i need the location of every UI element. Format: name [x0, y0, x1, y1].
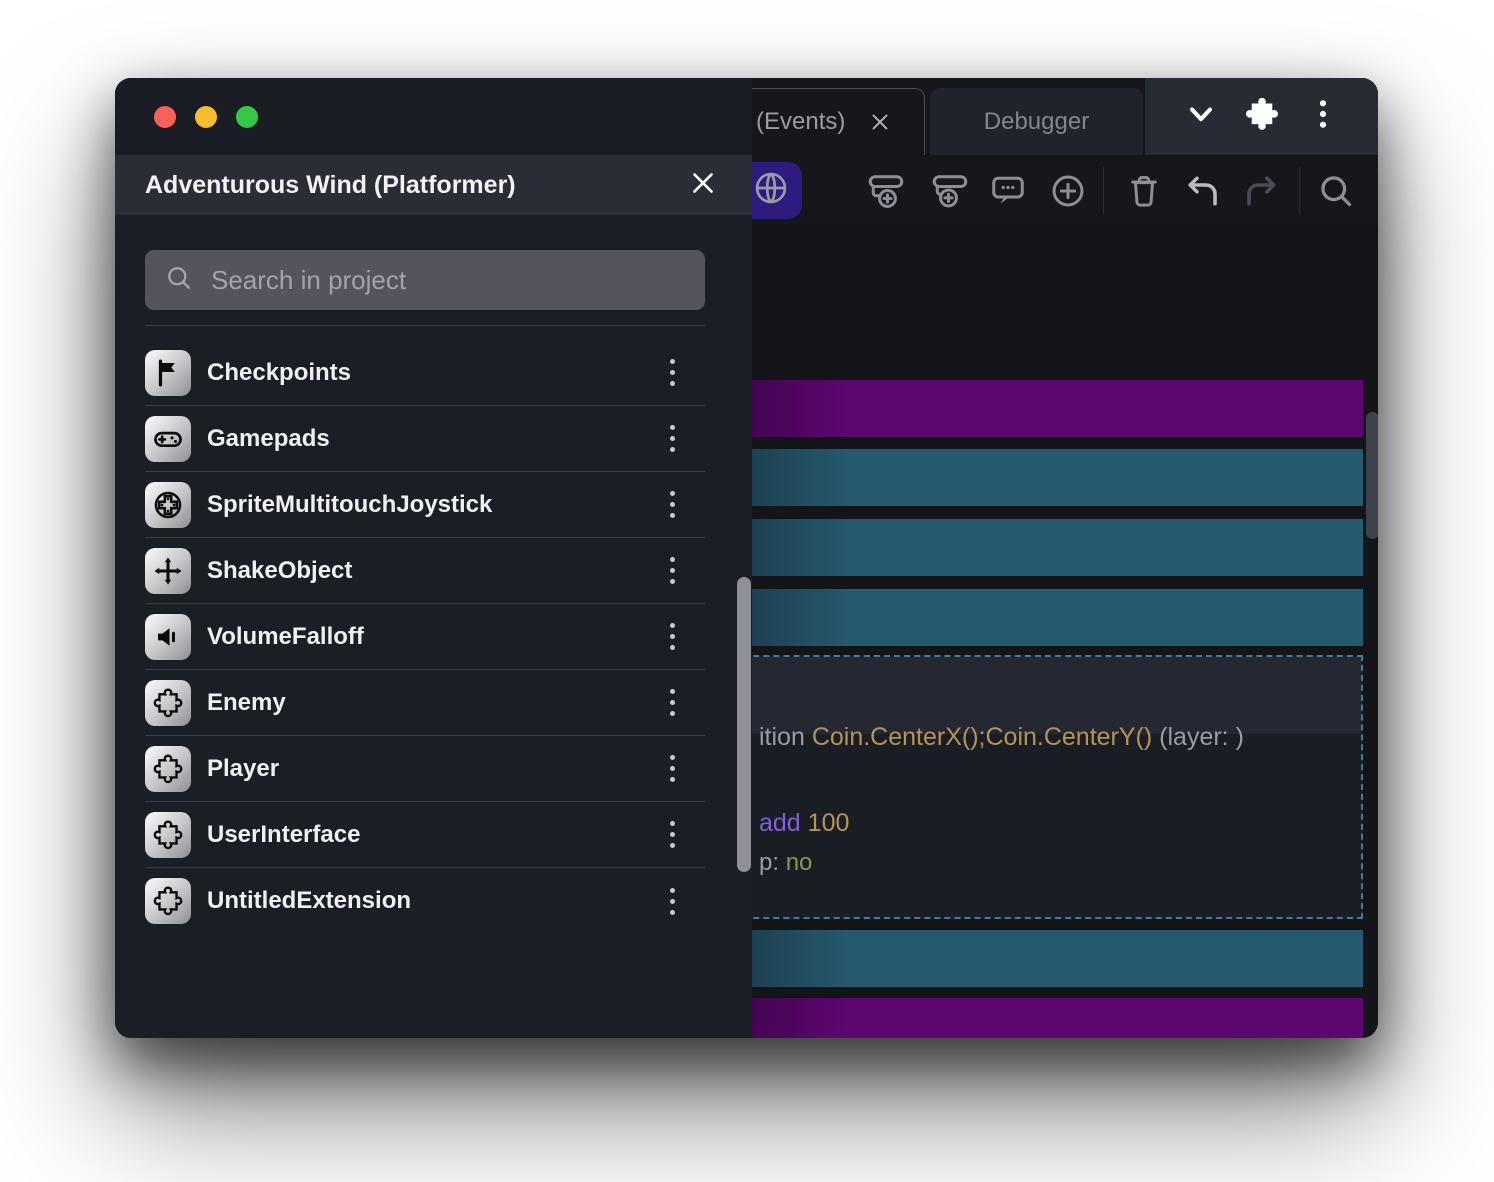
- selected-event-block[interactable]: ition Coin.CenterX();Coin.CenterY() (lay…: [723, 655, 1363, 919]
- list-item-label: Player: [207, 755, 639, 783]
- window-titlebar: [115, 78, 752, 155]
- search-icon[interactable]: [1314, 169, 1358, 213]
- list-item-shakeobject[interactable]: ShakeObject: [145, 538, 705, 604]
- list-item-gamepads[interactable]: Gamepads: [145, 406, 705, 472]
- close-icon[interactable]: [688, 168, 718, 203]
- close-tab-icon[interactable]: [867, 109, 893, 135]
- list-item-volumefalloff[interactable]: VolumeFalloff: [145, 604, 705, 670]
- event-row[interactable]: [735, 449, 1363, 506]
- kebab-menu-icon[interactable]: [1306, 95, 1340, 138]
- code-text: p:: [759, 849, 786, 876]
- chevron-down-icon[interactable]: [1183, 96, 1219, 137]
- event-row[interactable]: [735, 519, 1363, 576]
- kebab-menu-icon[interactable]: [655, 881, 689, 921]
- code-expression: Coin.CenterX();Coin.CenterY(): [812, 723, 1152, 751]
- add-subevent-icon[interactable]: [928, 169, 972, 213]
- list-item-checkpoints[interactable]: Checkpoints: [145, 340, 705, 406]
- list-item-spritemultitouchjoystick[interactable]: SpriteMultitouchJoystick: [145, 472, 705, 538]
- puzzle-icon: [145, 680, 191, 726]
- kebab-menu-icon[interactable]: [655, 485, 689, 525]
- list-item-label: Checkpoints: [207, 359, 639, 387]
- minimize-window-button[interactable]: [195, 106, 217, 128]
- list-item-label: UserInterface: [207, 821, 639, 849]
- kebab-menu-icon[interactable]: [655, 617, 689, 657]
- trash-icon[interactable]: [1122, 169, 1166, 213]
- add-circle-icon[interactable]: [1046, 169, 1090, 213]
- undo-icon[interactable]: [1181, 169, 1225, 213]
- kebab-menu-icon[interactable]: [655, 683, 689, 723]
- list-item-label: Enemy: [207, 689, 639, 717]
- list-item-label: VolumeFalloff: [207, 623, 639, 651]
- kebab-menu-icon[interactable]: [655, 551, 689, 591]
- list-item-label: ShakeObject: [207, 557, 639, 585]
- list-item-untitledextension[interactable]: UntitledExtension: [145, 868, 705, 934]
- code-text: (layer: ): [1152, 723, 1244, 751]
- code-text: ition: [759, 723, 812, 751]
- toolbar-separator: [1299, 167, 1300, 214]
- event-row[interactable]: [735, 998, 1363, 1038]
- code-number: 100: [801, 809, 850, 837]
- tabbar-controls: [1145, 78, 1378, 155]
- joystick-icon: [145, 482, 191, 528]
- globe-icon: [752, 169, 790, 212]
- panel-title: Adventurous Wind (Platformer): [145, 171, 516, 200]
- move-arrows-icon: [145, 548, 191, 594]
- event-action-line: p: no: [759, 849, 812, 877]
- list-item-userinterface[interactable]: UserInterface: [145, 802, 705, 868]
- tab-debugger-label: Debugger: [984, 108, 1089, 136]
- divider: [145, 325, 705, 326]
- list-item-label: Gamepads: [207, 425, 639, 453]
- tab-events-label: (Events): [756, 108, 845, 136]
- event-row[interactable]: [735, 380, 1363, 437]
- gamepad-icon: [145, 416, 191, 462]
- kebab-menu-icon[interactable]: [655, 353, 689, 393]
- puzzle-icon: [145, 812, 191, 858]
- list-item-label: SpriteMultitouchJoystick: [207, 491, 639, 519]
- event-row[interactable]: [735, 930, 1363, 987]
- search-input[interactable]: [211, 265, 687, 296]
- kebab-menu-icon[interactable]: [655, 749, 689, 789]
- panel-header: Adventurous Wind (Platformer): [115, 155, 752, 215]
- event-action-line: add 100: [759, 809, 849, 838]
- kebab-menu-icon[interactable]: [655, 419, 689, 459]
- panel-scrollbar[interactable]: [737, 577, 751, 872]
- toolbar-separator: [1103, 167, 1104, 214]
- screenshot-stage: (Events) Debugger: [0, 0, 1494, 1182]
- project-manager-panel: Adventurous Wind (Platformer): [115, 78, 752, 1038]
- redo-icon[interactable]: [1239, 169, 1283, 213]
- event-row[interactable]: [735, 589, 1363, 646]
- extensions-puzzle-icon[interactable]: [1243, 95, 1281, 138]
- list-item-player[interactable]: Player: [145, 736, 705, 802]
- tab-debugger[interactable]: Debugger: [930, 88, 1143, 155]
- kebab-menu-icon[interactable]: [655, 815, 689, 855]
- puzzle-icon: [145, 878, 191, 924]
- close-window-button[interactable]: [154, 106, 176, 128]
- flag-icon: [145, 350, 191, 396]
- add-comment-icon[interactable]: [986, 169, 1030, 213]
- project-searchbox[interactable]: [145, 250, 705, 310]
- search-icon: [163, 262, 195, 299]
- events-scrollbar[interactable]: [1366, 412, 1378, 539]
- puzzle-icon: [145, 746, 191, 792]
- speaker-icon: [145, 614, 191, 660]
- add-event-icon[interactable]: [864, 169, 908, 213]
- list-item-label: UntitledExtension: [207, 887, 639, 915]
- extensions-list: Checkpoints Gamepads S: [145, 340, 705, 934]
- zoom-window-button[interactable]: [236, 106, 258, 128]
- event-action-line: ition Coin.CenterX();Coin.CenterY() (lay…: [759, 723, 1244, 752]
- code-value: no: [786, 849, 813, 876]
- panel-body: Checkpoints Gamepads S: [115, 215, 752, 1038]
- code-keyword: add: [759, 809, 801, 837]
- list-item-enemy[interactable]: Enemy: [145, 670, 705, 736]
- app-window: (Events) Debugger: [115, 78, 1378, 1038]
